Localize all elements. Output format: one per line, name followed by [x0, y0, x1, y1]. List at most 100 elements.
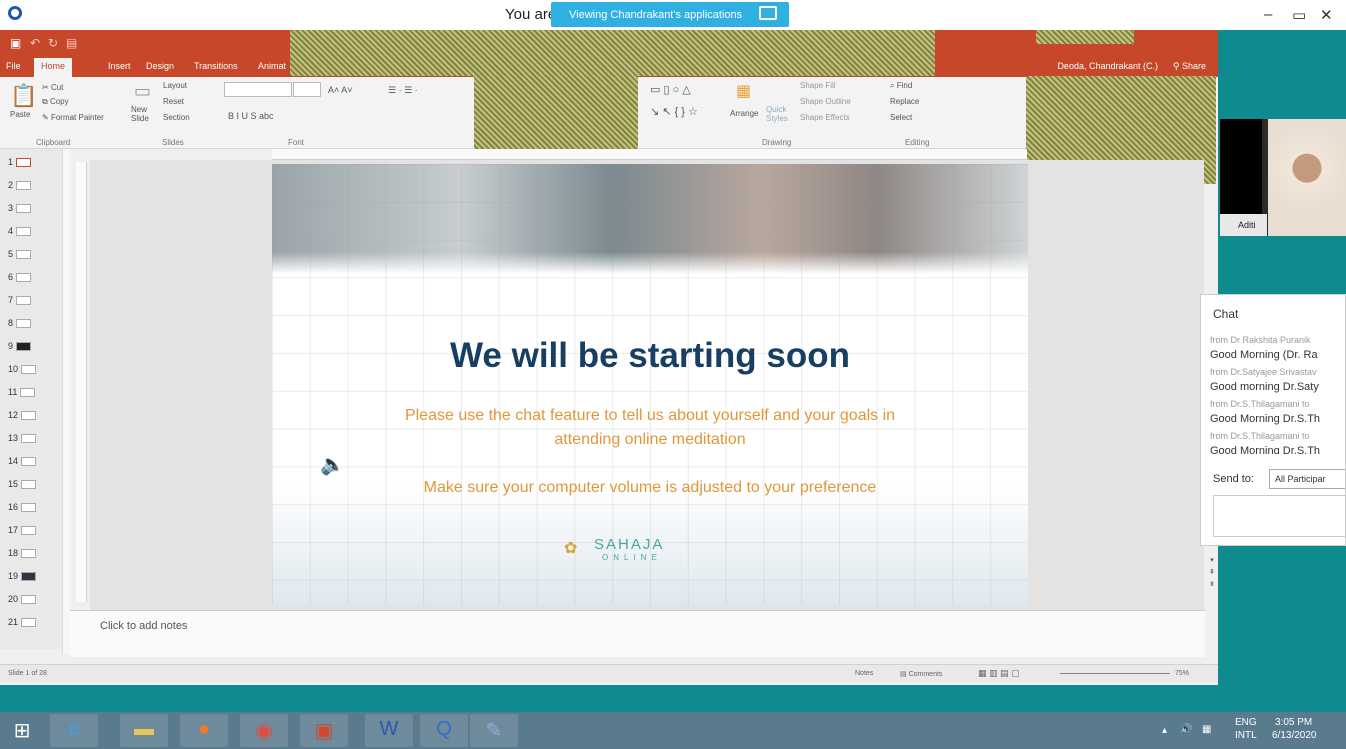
share-button[interactable]: ⚲ Share — [1173, 61, 1206, 72]
slide-thumbnail[interactable]: 20 — [8, 594, 37, 605]
undo-icon[interactable]: ↶ — [30, 36, 40, 50]
slide-thumbnail[interactable]: 4 — [8, 226, 32, 237]
file-explorer-icon[interactable]: ▬ — [120, 714, 168, 747]
tab-design[interactable]: Design — [146, 61, 174, 71]
speaker-icon[interactable]: 🔈 — [320, 452, 345, 477]
present-icon[interactable]: ▤ — [66, 36, 77, 50]
slide-headline[interactable]: We will be starting soon — [272, 336, 1028, 376]
firefox-icon[interactable]: ● — [180, 714, 228, 747]
slide-thumbnail[interactable]: 16 — [8, 502, 37, 513]
copy-button[interactable]: ⧉ Copy — [42, 97, 69, 107]
network-icon[interactable]: ▦ — [1202, 724, 1211, 735]
zoom-slider[interactable] — [1060, 673, 1170, 674]
slide-thumbnail[interactable]: 2 — [8, 180, 32, 191]
shape-effects-button[interactable]: Shape Effects — [800, 113, 850, 122]
word-icon[interactable]: W — [365, 714, 413, 747]
internet-explorer-icon[interactable]: e — [50, 714, 98, 747]
slide-thumbnail[interactable]: 21 — [8, 617, 37, 628]
restore-button[interactable]: ▭ — [1292, 6, 1306, 24]
shape-fill-button[interactable]: Shape Fill — [800, 81, 836, 90]
cut-button[interactable]: ✂ Cut — [42, 83, 63, 92]
tray-up-arrow-icon[interactable]: ▴ — [1162, 725, 1167, 736]
tab-home[interactable]: Home — [34, 58, 73, 77]
slide-thumbnail[interactable]: 11 — [8, 387, 36, 398]
chrome-icon[interactable]: ◉ — [240, 714, 288, 747]
paste-button[interactable]: Paste — [10, 110, 30, 119]
new-slide-button[interactable]: New Slide — [131, 105, 163, 123]
shapes-gallery[interactable]: ▭ ▯ ○ △ — [650, 83, 691, 96]
participant-name-label: Aditi — [1220, 214, 1267, 236]
redacted-region — [1036, 30, 1134, 44]
tab-file[interactable]: File — [6, 61, 21, 71]
notes-pane[interactable]: Click to add notes — [70, 610, 1205, 657]
redo-icon[interactable]: ↻ — [48, 36, 58, 50]
zoom-level[interactable]: 75% — [1175, 670, 1189, 677]
slide-thumbnail[interactable]: 14 — [8, 456, 37, 467]
slide-thumbnail-panel[interactable]: 1 2 3 4 5 6 7 8 9 10 11 12 13 14 15 16 1… — [0, 149, 62, 649]
powerpoint-icon[interactable]: ▣ — [300, 714, 348, 747]
font-name-select[interactable] — [224, 82, 292, 97]
current-slide[interactable]: We will be starting soon Please use the … — [272, 164, 1028, 605]
section-button[interactable]: Section — [163, 113, 190, 122]
thumbnail-scrollbar[interactable] — [62, 149, 70, 654]
close-button[interactable]: ✕ — [1320, 6, 1333, 24]
windows-start-icon[interactable]: ⊞ — [0, 714, 44, 747]
save-icon[interactable]: ▣ — [10, 36, 21, 50]
minimize-button[interactable]: – — [1264, 6, 1272, 23]
font-grow-shrink-buttons[interactable]: A˄ A˅ — [328, 85, 353, 95]
select-button[interactable]: Select — [890, 113, 912, 122]
paste-icon[interactable]: 📋 — [10, 83, 37, 109]
slide-body-line1[interactable]: Please use the chat feature to tell us a… — [390, 404, 910, 452]
font-group-label: Font — [288, 138, 305, 147]
view-buttons[interactable]: ▦ ▥ ▤ ▢ — [978, 668, 1020, 679]
participant-video[interactable]: Aditi — [1220, 119, 1346, 236]
new-slide-icon[interactable]: ▭ — [134, 81, 151, 102]
reset-button[interactable]: Reset — [163, 97, 184, 106]
viewing-banner[interactable]: Viewing Chandrakant's applications — [551, 2, 789, 27]
slide-thumbnail[interactable]: 3 — [8, 203, 32, 214]
logo-main-text: SAHAJA — [594, 536, 665, 553]
layout-button[interactable]: Layout — [163, 81, 187, 90]
replace-button[interactable]: Replace — [890, 97, 919, 106]
slide-thumbnail[interactable]: 5 — [8, 249, 32, 260]
slide-thumbnail[interactable]: 19 — [8, 571, 37, 582]
find-button[interactable]: ⌕ Find — [890, 81, 912, 91]
tab-animations[interactable]: Animat — [258, 61, 286, 71]
slide-thumbnail[interactable]: 6 — [8, 272, 32, 283]
chat-input[interactable] — [1213, 495, 1345, 537]
notes-button[interactable]: Notes — [855, 670, 873, 677]
arrange-icon[interactable]: ▦ — [736, 81, 751, 101]
shape-outline-button[interactable]: Shape Outline — [800, 97, 851, 106]
slide-thumbnail[interactable]: 9 — [8, 341, 32, 352]
format-painter-button[interactable]: ✎ Format Painter — [42, 113, 104, 122]
paint-icon[interactable]: ✎ — [470, 714, 518, 747]
meeting-app-icon[interactable]: Q — [420, 714, 468, 747]
canvas-scroll-arrows[interactable]: ▾ ⇞ ⇟ — [1206, 555, 1218, 593]
tab-transitions[interactable]: Transitions — [194, 61, 238, 71]
slide-thumbnail[interactable]: 17 — [8, 525, 37, 536]
input-language[interactable]: ENG — [1235, 717, 1257, 728]
slide-thumbnail[interactable]: 8 — [8, 318, 32, 329]
slide-thumbnail[interactable]: 1 — [8, 157, 32, 168]
slide-thumbnail[interactable]: 12 — [8, 410, 37, 421]
font-size-select[interactable] — [293, 82, 321, 97]
slide-thumbnail[interactable]: 13 — [8, 433, 37, 444]
slide-thumbnail[interactable]: 18 — [8, 548, 37, 559]
slide-thumbnail[interactable]: 7 — [8, 295, 32, 306]
send-to-select[interactable]: All Participar — [1269, 469, 1345, 489]
bold-italic-underline-buttons[interactable]: B I U S abc — [228, 111, 274, 121]
shapes-gallery-row[interactable]: ↘ ↖ { } ☆ — [650, 105, 698, 118]
quick-styles-button[interactable]: Quick Styles — [766, 105, 796, 123]
comments-button[interactable]: ▤ Comments — [900, 670, 942, 678]
slide-body-line2[interactable]: Make sure your computer volume is adjust… — [390, 476, 910, 500]
taskbar: ⊞ e ▬ ● ◉ ▣ W Q ✎ ▴ 🔊 ▦ ENG INTL 3:05 PM… — [0, 712, 1346, 749]
slide-thumbnail[interactable]: 15 — [8, 479, 37, 490]
arrange-button[interactable]: Arrange — [730, 109, 758, 118]
list-buttons[interactable]: ☰ · ☰ · — [388, 85, 418, 96]
input-layout[interactable]: INTL — [1235, 730, 1257, 741]
volume-icon[interactable]: 🔊 — [1180, 724, 1192, 735]
clock-date[interactable]: 6/13/2020 — [1272, 730, 1317, 741]
slide-thumbnail[interactable]: 10 — [8, 364, 37, 375]
tab-insert[interactable]: Insert — [108, 61, 131, 71]
clock-time[interactable]: 3:05 PM — [1275, 717, 1312, 728]
